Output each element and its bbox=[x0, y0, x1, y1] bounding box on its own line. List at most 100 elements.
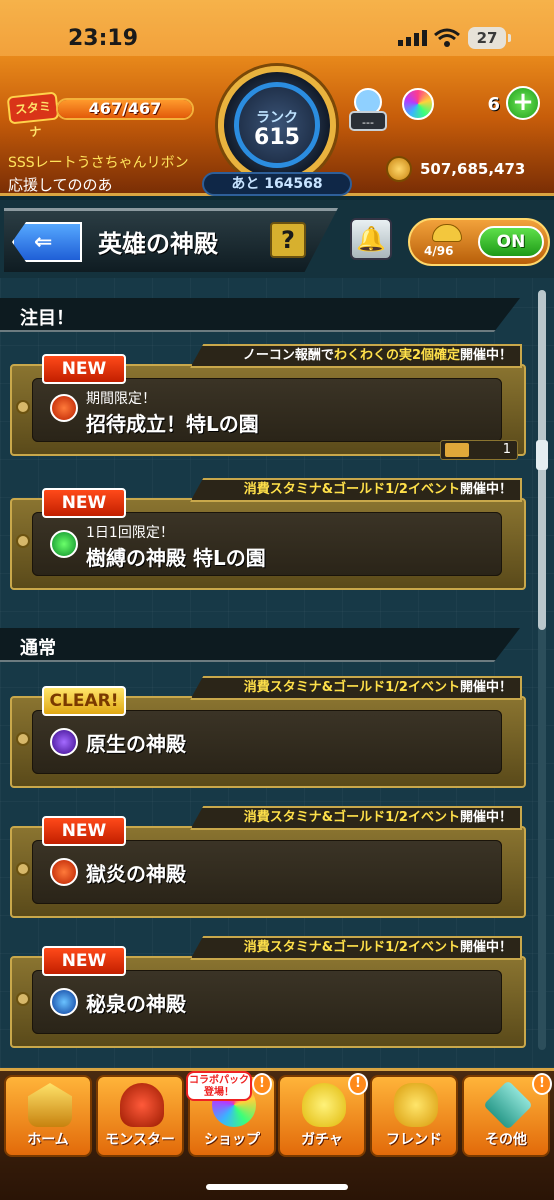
banner-post: 開催中！ bbox=[459, 810, 512, 825]
banner-post: 開催中！ bbox=[459, 940, 512, 955]
new-badge: NEW bbox=[42, 946, 126, 976]
scrollbar[interactable] bbox=[536, 290, 548, 1050]
gold-coin-icon bbox=[386, 156, 412, 182]
rank-gauge[interactable]: ランク 615 bbox=[218, 66, 336, 184]
quest-item[interactable]: 消費スタミナ&ゴールド1/2イベント開催中！ NEW 秘泉の神殿 bbox=[10, 936, 526, 1048]
home-icon bbox=[28, 1083, 72, 1127]
back-arrow-icon: ⇐ bbox=[34, 230, 53, 255]
battery-indicator: 27 bbox=[468, 27, 511, 49]
quest-event-banner: 消費スタミナ&ゴールド1/2イベント開催中！ bbox=[190, 676, 522, 700]
stamina-bar: 467/467 bbox=[56, 98, 194, 120]
rank-inner-ring: ランク 615 bbox=[234, 82, 320, 168]
gacha-alert-icon: ! bbox=[348, 1073, 368, 1095]
helmet-icon bbox=[432, 224, 462, 242]
sub-header: ⇐ 英雄の神殿 ? 🔔 4/96 ON bbox=[0, 200, 554, 278]
quest-event-banner: 消費スタミナ&ゴールド1/2イベント開催中！ bbox=[190, 806, 522, 830]
nav-monster[interactable]: モンスター bbox=[96, 1075, 184, 1157]
signal-icon bbox=[398, 30, 427, 46]
quest-item[interactable]: 消費スタミナ&ゴールド1/2イベント開催中！ NEW 獄炎の神殿 bbox=[10, 806, 526, 918]
pin-icon bbox=[16, 732, 30, 746]
lamp-value: --- bbox=[362, 116, 374, 129]
quest-name: 獄炎の神殿 bbox=[86, 862, 186, 886]
ticket-count: 1 bbox=[440, 440, 518, 460]
nav-friend-label: フレンド bbox=[386, 1132, 442, 1148]
bottom-nav: ホーム モンスター ショップ ガチャ フレンド その他 コラボパック登場！ ! … bbox=[0, 1068, 554, 1200]
user-name: 応援してののあ bbox=[8, 176, 113, 194]
shop-alert-icon: ! bbox=[252, 1073, 272, 1095]
banner-highlight: 消費スタミナ&ゴールド1/2イベント bbox=[243, 940, 460, 955]
collab-pack-tag: コラボパック登場！ bbox=[186, 1071, 252, 1101]
other-icon bbox=[483, 1080, 533, 1130]
rank-next-exp: あと 164568 bbox=[202, 172, 352, 196]
rank-value: 615 bbox=[254, 125, 300, 150]
buy-orb-button[interactable]: + bbox=[506, 86, 540, 120]
help-button[interactable]: ? bbox=[270, 222, 306, 258]
nav-monster-label: モンスター bbox=[105, 1132, 175, 1148]
orb-icon bbox=[402, 88, 434, 120]
bell-icon[interactable]: 🔔 bbox=[350, 218, 392, 260]
quest-item[interactable]: 消費スタミナ&ゴールド1/2イベント開催中！ NEW 1日1回限定！ 樹縛の神殿… bbox=[10, 478, 526, 590]
banner-post: 開催中！ bbox=[459, 482, 512, 497]
banner-post: 開催中！ bbox=[459, 680, 512, 695]
scrollbar-grip[interactable] bbox=[536, 440, 548, 470]
nav-shop-label: ショップ bbox=[204, 1132, 260, 1148]
toggle-on-button[interactable]: ON bbox=[478, 226, 544, 258]
section-featured-label: 注目！ bbox=[20, 308, 74, 329]
quest-item[interactable]: ノーコン報酬でわくわくの実2個確定開催中！ NEW 期間限定！ 招待成立！特Lの… bbox=[10, 344, 526, 460]
nav-friend[interactable]: フレンド bbox=[370, 1075, 458, 1157]
quest-list[interactable]: 注目！ ノーコン報酬でわくわくの実2個確定開催中！ NEW 期間限定！ 招待成立… bbox=[0, 278, 554, 1068]
quest-event-banner: 消費スタミナ&ゴールド1/2イベント開催中！ bbox=[190, 936, 522, 960]
page-title: 英雄の神殿 bbox=[98, 230, 218, 258]
pin-icon bbox=[16, 862, 30, 876]
section-normal-label: 通常 bbox=[20, 638, 56, 659]
new-badge: NEW bbox=[42, 816, 126, 846]
wifi-icon bbox=[434, 28, 460, 47]
quest-name: 秘泉の神殿 bbox=[86, 992, 186, 1016]
quest-sub-label: 期間限定！ bbox=[86, 391, 156, 407]
status-time: 23:19 bbox=[68, 26, 139, 51]
ticket-count-value: 1 bbox=[502, 442, 511, 457]
home-indicator bbox=[206, 1184, 348, 1190]
pin-icon bbox=[16, 992, 30, 1006]
nav-gacha-label: ガチャ bbox=[301, 1132, 343, 1148]
quest-event-banner: 消費スタミナ&ゴールド1/2イベント開催中！ bbox=[190, 478, 522, 502]
banner-highlight: 消費スタミナ&ゴールド1/2イベント bbox=[243, 680, 460, 695]
banner-post: 開催中！ bbox=[459, 348, 512, 363]
quest-sub-label: 1日1回限定！ bbox=[86, 525, 174, 541]
fire-element-icon bbox=[50, 394, 78, 422]
new-badge: NEW bbox=[42, 354, 126, 384]
section-normal: 通常 bbox=[0, 628, 520, 662]
banner-pre: ノーコン報酬で bbox=[242, 348, 334, 363]
game-header: スタミナ 467/467 ランク 615 あと 164568 SSSレートうさち… bbox=[0, 56, 554, 196]
gacha-icon bbox=[302, 1083, 346, 1127]
friend-icon bbox=[394, 1083, 438, 1127]
quest-name: 原生の神殿 bbox=[86, 732, 186, 756]
gold-count: 507,685,473 bbox=[420, 160, 526, 178]
rank-label: ランク bbox=[256, 110, 298, 126]
lamp-icon[interactable]: --- bbox=[346, 86, 390, 134]
other-alert-icon: ! bbox=[532, 1073, 552, 1095]
status-bar: 23:19 27 bbox=[0, 0, 554, 56]
stamina-value: 467/467 bbox=[88, 99, 162, 118]
orb-count: 6 bbox=[487, 94, 500, 115]
quest-name: 招待成立！特Lの園 bbox=[86, 412, 259, 436]
user-title: SSSレートうさちゃんリボン bbox=[8, 155, 189, 171]
pin-icon bbox=[16, 400, 30, 414]
helper-count: 4/96 bbox=[424, 244, 454, 258]
banner-highlight: わくわくの実2個確定 bbox=[333, 348, 460, 363]
nav-home[interactable]: ホーム bbox=[4, 1075, 92, 1157]
nav-other-label: その他 bbox=[485, 1132, 527, 1148]
pin-icon bbox=[16, 534, 30, 548]
fire-element-icon bbox=[50, 858, 78, 886]
nav-home-label: ホーム bbox=[27, 1132, 69, 1148]
monster-icon bbox=[120, 1083, 164, 1127]
quest-item[interactable]: 消費スタミナ&ゴールド1/2イベント開催中！ CLEAR! 原生の神殿 bbox=[10, 676, 526, 788]
quest-event-banner: ノーコン報酬でわくわくの実2個確定開催中！ bbox=[190, 344, 522, 368]
dark-element-icon bbox=[50, 728, 78, 756]
ticket-icon bbox=[445, 443, 469, 457]
quest-name: 樹縛の神殿 特Lの園 bbox=[86, 546, 266, 570]
helper-toggle[interactable]: 4/96 ON bbox=[408, 218, 550, 266]
clear-badge: CLEAR! bbox=[42, 686, 126, 716]
banner-highlight: 消費スタミナ&ゴールド1/2イベント bbox=[243, 810, 460, 825]
back-button[interactable]: ⇐ bbox=[12, 222, 82, 262]
